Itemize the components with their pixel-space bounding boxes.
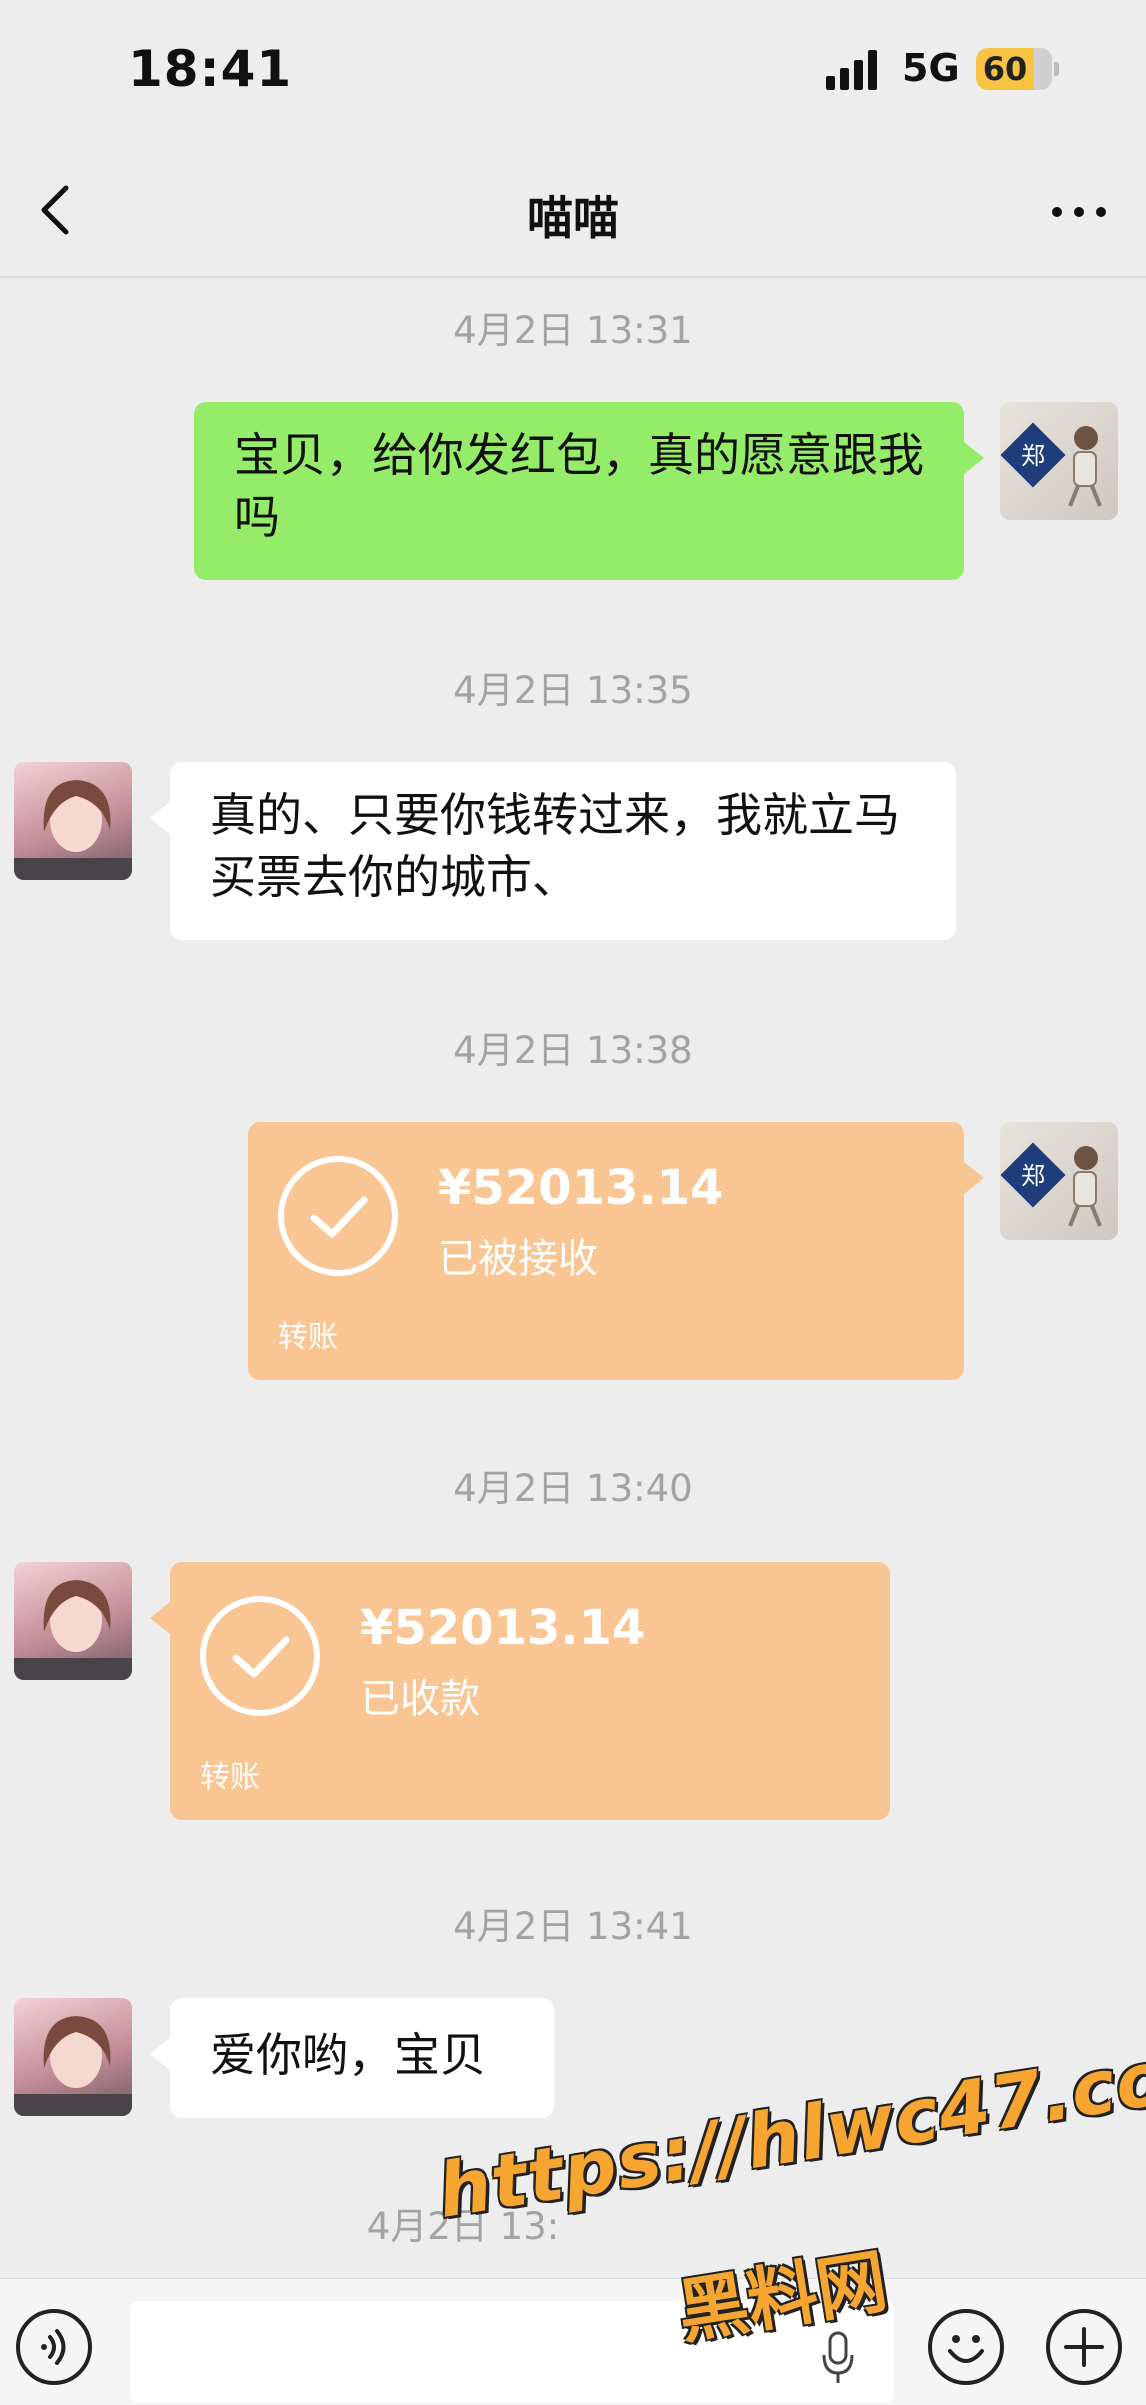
- message-text: 真的、只要你钱转过来，我就立马买票去你的城市、: [210, 788, 900, 904]
- emoji-icon[interactable]: [928, 2309, 1004, 2385]
- transfer-amount: ¥52013.14: [360, 1600, 646, 1656]
- nav-divider: [0, 276, 1146, 278]
- message-bubble-other[interactable]: 真的、只要你钱转过来，我就立马买票去你的城市、: [150, 762, 956, 940]
- transfer-card-sent[interactable]: ¥52013.14 已被接收 转账: [248, 1122, 984, 1380]
- timestamp: 4月2日 13:35: [453, 669, 693, 712]
- transfer-status: 已收款: [360, 1676, 480, 1722]
- message-bubble-other[interactable]: 爱你哟，宝贝: [150, 1998, 554, 2118]
- more-icon[interactable]: [1050, 195, 1110, 225]
- signal-icon: [826, 50, 882, 90]
- message-bubble-self[interactable]: 宝贝，给你发红包，真的愿意跟我吗: [194, 402, 984, 580]
- battery-level: 60: [982, 50, 1028, 88]
- timestamp: 4月2日 13:31: [453, 309, 693, 352]
- input-bar: [0, 2278, 1146, 2405]
- status-time: 18:41: [128, 40, 293, 98]
- plus-icon[interactable]: [1046, 2309, 1122, 2385]
- transfer-label: 转账: [278, 1320, 338, 1355]
- avatar-other[interactable]: [14, 1998, 132, 2116]
- avatar-self-label: 郑: [1021, 442, 1045, 470]
- voice-icon[interactable]: [16, 2309, 92, 2385]
- transfer-card-received[interactable]: ¥52013.14 已收款 转账: [150, 1562, 890, 1820]
- check-icon: [200, 1596, 320, 1716]
- avatar-other[interactable]: [14, 762, 132, 880]
- avatar-self[interactable]: 郑: [1000, 1122, 1118, 1240]
- timestamp: 4月2日 13:41: [453, 1905, 693, 1948]
- transfer-label: 转账: [200, 1760, 260, 1795]
- transfer-amount: ¥52013.14: [438, 1160, 724, 1216]
- transfer-status: 已被接收: [438, 1236, 598, 1282]
- battery-cap: [1054, 62, 1059, 76]
- chat-title: 喵喵: [527, 191, 619, 245]
- battery-icon: 60: [976, 48, 1052, 90]
- message-text: 爱你哟，宝贝: [210, 2028, 486, 2082]
- microphone-icon[interactable]: [818, 2329, 858, 2389]
- check-icon: [278, 1156, 398, 1276]
- avatar-self-label: 郑: [1021, 1162, 1045, 1190]
- avatar-other[interactable]: [14, 1562, 132, 1680]
- network-label: 5G: [902, 46, 960, 90]
- avatar-self[interactable]: 郑: [1000, 402, 1118, 520]
- timestamp: 4月2日 13:38: [453, 1029, 693, 1072]
- timestamp: 4月2日 13:40: [453, 1467, 693, 1510]
- message-text: 宝贝，给你发红包，真的愿意跟我吗: [234, 428, 924, 544]
